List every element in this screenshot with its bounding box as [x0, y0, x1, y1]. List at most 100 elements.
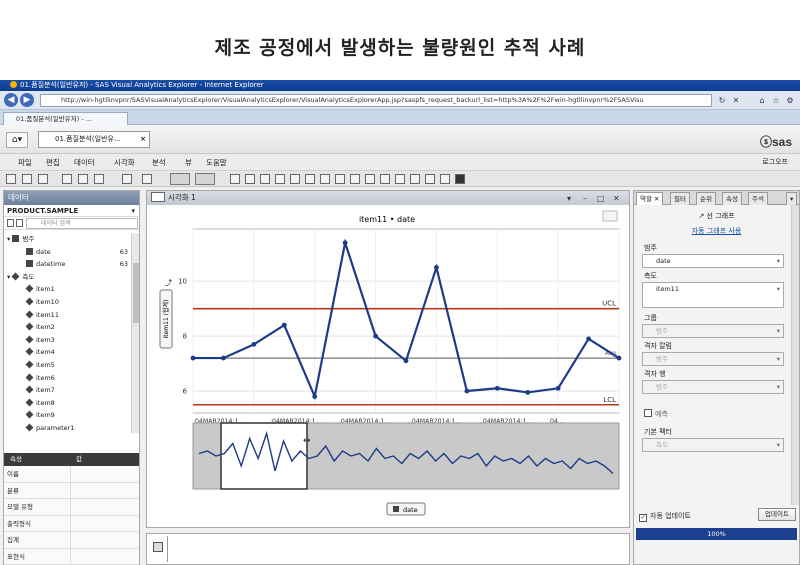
data-item-measure[interactable]: parameter1	[4, 422, 132, 435]
tools-icon[interactable]: ⚙	[784, 94, 796, 107]
dataset-selector[interactable]: PRODUCT.SAMPLE ▾	[4, 205, 139, 217]
forward-icon[interactable]: ▶	[20, 93, 34, 107]
group-role-field[interactable]: 범주 ▾	[642, 324, 784, 338]
refresh-data-icon[interactable]	[94, 174, 104, 184]
line-chart-icon[interactable]	[290, 174, 300, 184]
layout-icon[interactable]	[122, 174, 132, 184]
bar-chart-icon[interactable]	[260, 174, 270, 184]
baseline-field[interactable]: 측도 ▾	[642, 438, 784, 452]
crosstab-chart-icon[interactable]	[245, 174, 255, 184]
roles-scrollbar[interactable]	[791, 205, 799, 505]
tab-rank[interactable]: 순위	[696, 192, 716, 205]
chevron-down-icon[interactable]: ▾	[777, 381, 780, 394]
tab-filter[interactable]: 필터	[670, 192, 690, 205]
undo-icon[interactable]	[62, 174, 72, 184]
minimize-icon[interactable]: –	[583, 192, 587, 206]
line-chart[interactable]: item11 • date item11 (합계) ⤴ 6810UCLLCLAv…	[147, 205, 629, 527]
scatter-chart-icon[interactable]	[305, 174, 315, 184]
search-input[interactable]: 데이터 검색	[26, 218, 138, 229]
menu-view[interactable]: 뷰	[185, 157, 192, 168]
correlation-icon[interactable]	[425, 174, 435, 184]
scrollbar-thumb[interactable]	[133, 263, 139, 323]
url-input[interactable]: http://win-hgtllinvpnr/SASVisualAnalytic…	[40, 94, 712, 107]
data-item-measure[interactable]: item9	[4, 409, 132, 422]
data-item-date[interactable]: date 63	[4, 246, 132, 259]
logout-link[interactable]: 로그오프	[762, 157, 788, 167]
data-tree-scrollbar[interactable]	[131, 233, 139, 433]
brush-tool-icon[interactable]	[195, 173, 215, 185]
menu-visualization[interactable]: 시각화	[114, 157, 135, 168]
dock-icon[interactable]	[142, 174, 152, 184]
menu-edit[interactable]: 편집	[46, 157, 60, 168]
auto-chart-link[interactable]: 자동 그래프 사용	[634, 226, 799, 236]
treemap-icon[interactable]	[410, 174, 420, 184]
chevron-down-icon[interactable]: ▾	[777, 325, 780, 338]
data-item-measure[interactable]: item5	[4, 359, 132, 372]
data-item-measure[interactable]: item7	[4, 384, 132, 397]
geo-map-icon[interactable]	[395, 174, 405, 184]
bar-line-chart-icon[interactable]	[275, 174, 285, 184]
auto-update-checkbox[interactable]: ✓	[639, 514, 647, 522]
back-icon[interactable]: ◀	[4, 93, 18, 107]
open-icon[interactable]	[22, 174, 32, 184]
box-plot-icon[interactable]	[365, 174, 375, 184]
dataset-dropdown-icon[interactable]: ▾	[131, 205, 135, 217]
data-item-measure[interactable]: item8	[4, 397, 132, 410]
menu-data[interactable]: 데이터	[74, 157, 95, 168]
app-document-tab[interactable]: 01.품질분석(일반유... ×	[38, 131, 150, 148]
details-table-icon[interactable]	[153, 542, 163, 552]
y-axis-label-button[interactable]: item11 (합계)	[159, 289, 173, 349]
axis-swap-icon[interactable]: ⤴	[165, 278, 172, 287]
chevron-down-icon[interactable]: ▾	[777, 439, 780, 452]
forecast-option[interactable]: 예측	[644, 409, 668, 419]
stop-icon[interactable]: ✕	[730, 94, 742, 107]
refresh-icon[interactable]: ↻	[716, 94, 728, 107]
tab-roles[interactable]: 역할 ✕	[636, 192, 664, 205]
chart-menu-icon[interactable]	[602, 210, 618, 222]
decision-tree-icon[interactable]	[455, 174, 465, 184]
chevron-down-icon[interactable]: ▾	[777, 255, 780, 268]
menu-analysis[interactable]: 분석	[152, 157, 166, 168]
close-icon[interactable]: ✕	[613, 192, 620, 206]
new-item-icon[interactable]	[7, 219, 14, 227]
data-item-measure[interactable]: item10	[4, 296, 132, 309]
line-chart-icon[interactable]	[151, 192, 165, 202]
favorites-icon[interactable]: ☆	[770, 94, 782, 107]
save-icon[interactable]	[38, 174, 48, 184]
data-item-measure[interactable]: item3	[4, 334, 132, 347]
data-item-datetime[interactable]: datetime 63	[4, 258, 132, 271]
measure-group[interactable]: ▾ 측도	[4, 271, 132, 284]
overview-axis[interactable]: ↔	[192, 422, 620, 490]
select-tool-icon[interactable]	[170, 173, 190, 185]
lattice-row-field[interactable]: 범주 ▾	[642, 380, 784, 394]
menu-help[interactable]: 도움말	[206, 157, 227, 168]
menu-file[interactable]: 파일	[18, 157, 32, 168]
close-icon[interactable]: ×	[140, 132, 146, 147]
category-group[interactable]: ▾ 범주	[4, 233, 132, 246]
chevron-down-icon[interactable]: ▾	[777, 283, 780, 296]
tab-comments[interactable]: 주석	[748, 192, 768, 205]
browser-tab[interactable]: 01.품질분석(일반유저) - ...	[3, 112, 128, 125]
home-icon[interactable]: ⌂	[756, 94, 768, 107]
data-item-measure[interactable]: item2	[4, 321, 132, 334]
measure-role-field[interactable]: item11 ▾	[642, 282, 784, 308]
data-item-measure[interactable]: item1	[4, 283, 132, 296]
forecast-checkbox[interactable]	[644, 409, 652, 417]
pin-icon[interactable]: ▾	[567, 192, 571, 206]
auto-update-option[interactable]: ✓ 자동 업데이트	[639, 511, 691, 522]
update-button[interactable]: 업데이트	[758, 508, 796, 521]
forecast-icon[interactable]	[440, 174, 450, 184]
data-item-measure[interactable]: item4	[4, 346, 132, 359]
data-item-measure[interactable]: item6	[4, 372, 132, 385]
lattice-column-field[interactable]: 범주 ▾	[642, 352, 784, 366]
table-chart-icon[interactable]	[230, 174, 240, 184]
network-chart-icon[interactable]	[335, 174, 345, 184]
redo-icon[interactable]	[78, 174, 88, 184]
new-icon[interactable]	[6, 174, 16, 184]
histogram-chart-icon[interactable]	[350, 174, 360, 184]
data-item-measure[interactable]: item11	[4, 309, 132, 322]
chevron-down-icon[interactable]: ▾	[777, 353, 780, 366]
category-role-field[interactable]: date ▾	[642, 254, 784, 268]
maximize-icon[interactable]: □	[597, 192, 605, 206]
bubble-chart-icon[interactable]	[320, 174, 330, 184]
